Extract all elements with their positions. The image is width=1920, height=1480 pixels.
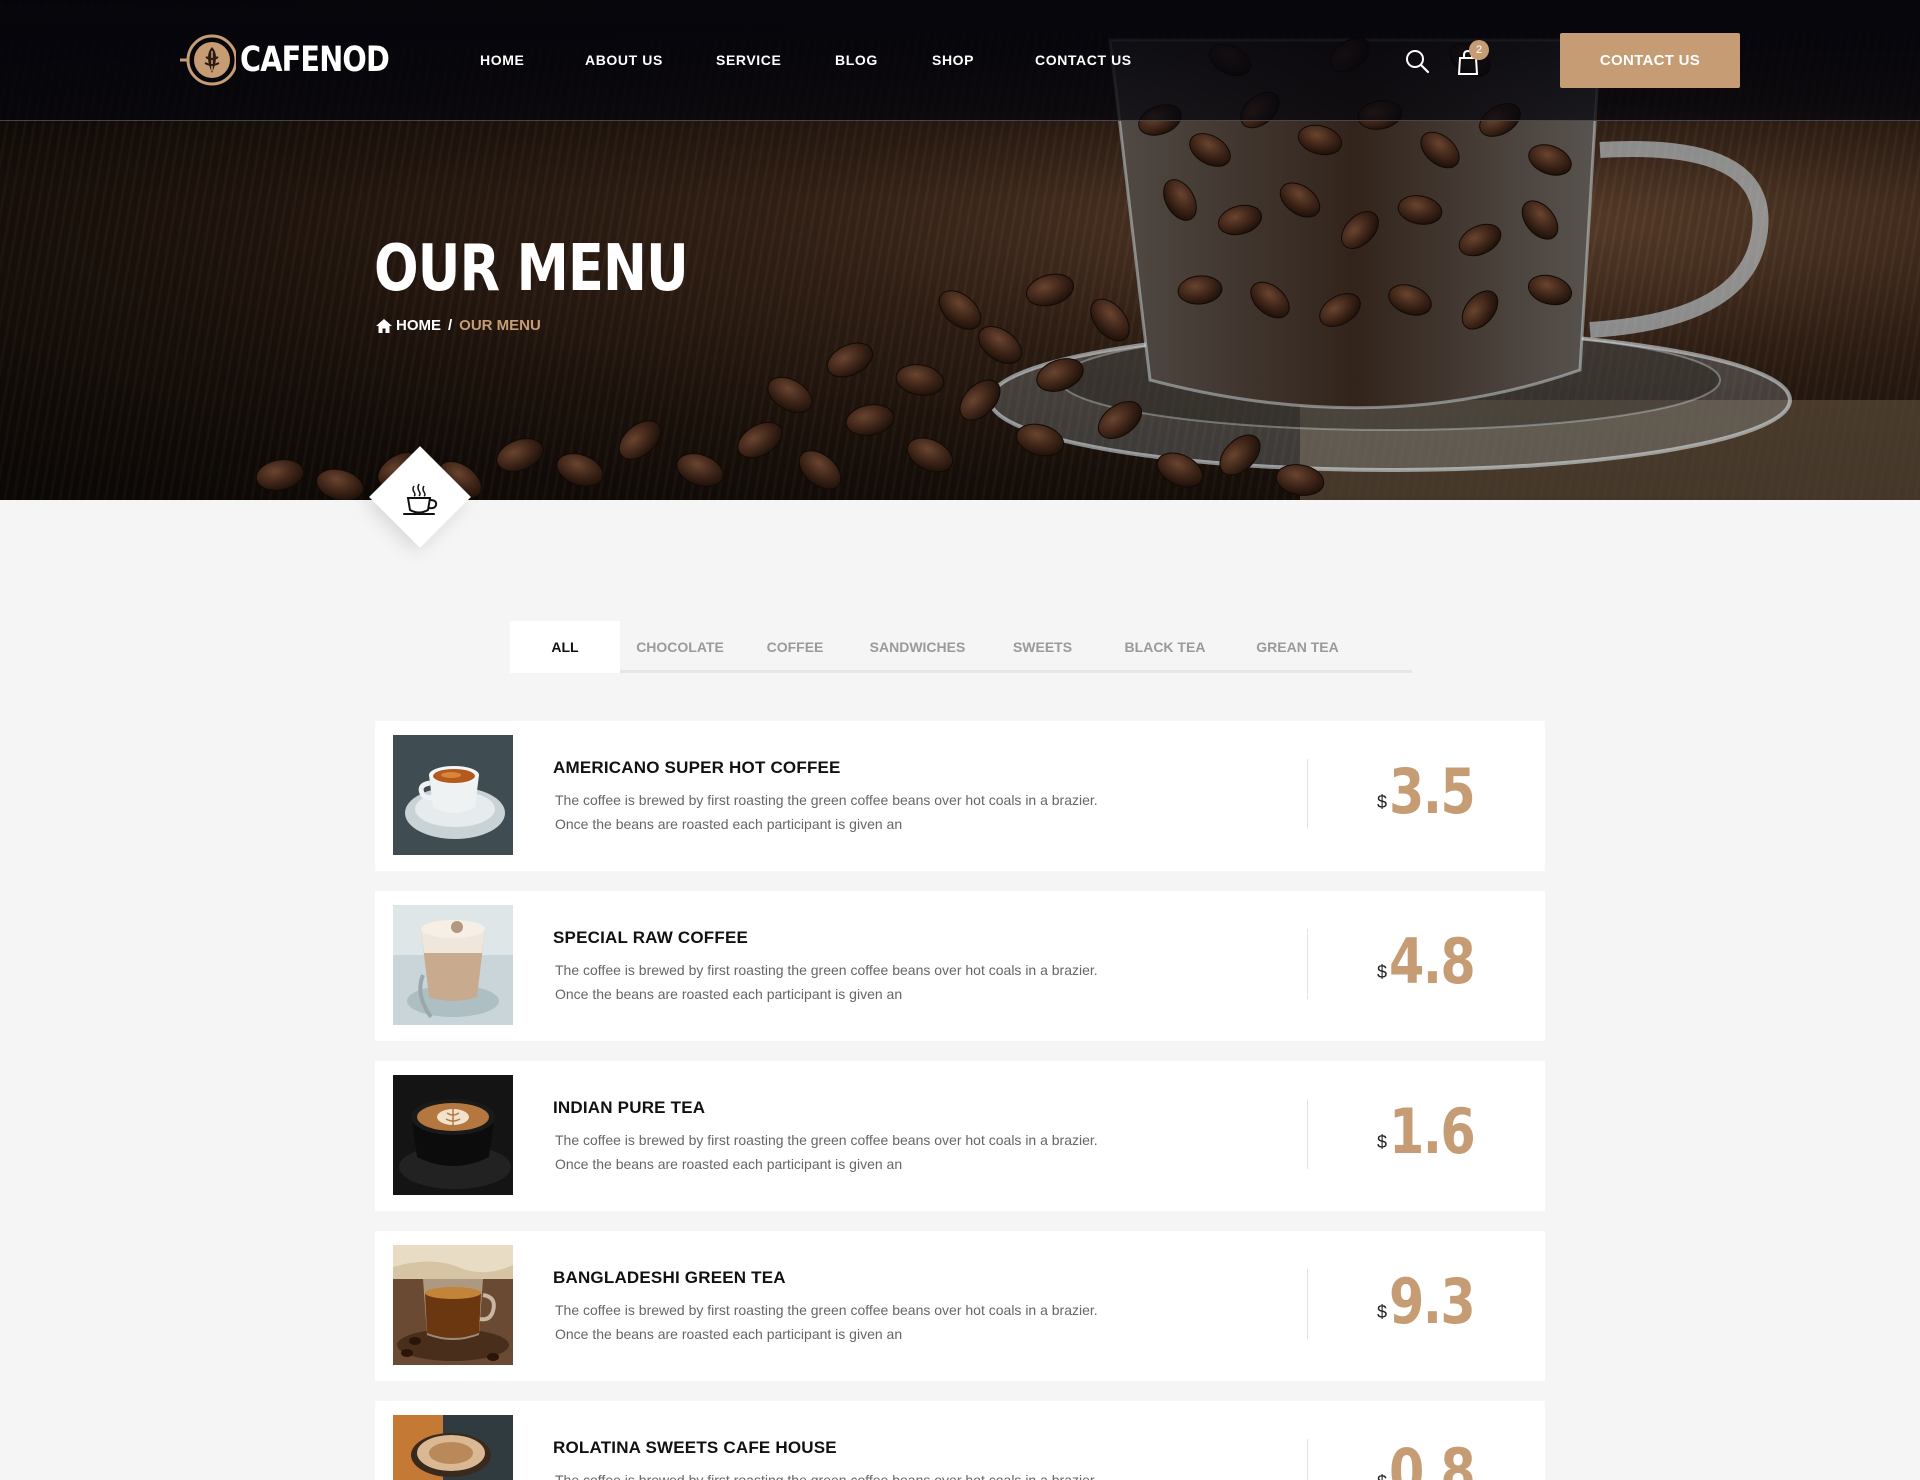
menu-item-desc-line: The coffee is brewed by first roasting t… (555, 1302, 1098, 1318)
breadcrumb-separator: / (448, 317, 453, 334)
tab-sweets[interactable]: SWEETS (985, 621, 1100, 673)
breadcrumb-home-link[interactable]: HOME (396, 317, 441, 334)
latte-art-photo (393, 1075, 513, 1195)
menu-item-desc-line: Once the beans are roasted each particip… (555, 816, 903, 832)
menu-item-desc-line: Once the beans are roasted each particip… (555, 1156, 903, 1172)
coffee-cup-icon (403, 483, 438, 515)
menu-item-title: AMERICANO SUPER HOT COFFEE (553, 758, 841, 777)
search-icon[interactable] (1404, 48, 1430, 74)
menu-item-description: The coffee is brewed by first roasting t… (555, 958, 1175, 1006)
price-divider (1307, 929, 1308, 999)
price-currency: $ (1377, 792, 1388, 812)
nav-contact-us[interactable]: CONTACT US (1035, 52, 1132, 68)
menu-item-description: The coffee is brewed by first roasting t… (555, 1298, 1175, 1346)
price-divider (1307, 1269, 1308, 1339)
contact-us-button[interactable]: CONTACT US (1560, 33, 1740, 88)
nav-shop[interactable]: SHOP (932, 52, 974, 68)
nav-about-us[interactable]: ABOUT US (585, 52, 663, 68)
menu-item-desc-line: The coffee is brewed by first roasting t… (555, 792, 1098, 808)
nav-blog[interactable]: BLOG (835, 52, 878, 68)
menu-item-description: The coffee is brewed by first roasting t… (555, 1128, 1175, 1176)
nav-service[interactable]: SERVICE (716, 52, 781, 68)
menu-item-desc-line: The coffee is brewed by first roasting t… (555, 962, 1098, 978)
tab-grean-tea[interactable]: GREAN TEA (1230, 621, 1365, 673)
sweets-cafe-photo (393, 1415, 513, 1480)
price-amount: 4.8 (1389, 925, 1476, 998)
menu-item-card[interactable]: INDIAN PURE TEA The coffee is brewed by … (375, 1061, 1545, 1211)
price-divider (1307, 759, 1308, 829)
menu-item-title: ROLATINA SWEETS CAFE HOUSE (553, 1438, 837, 1457)
menu-item-price: $ 4.8 (1377, 927, 1493, 997)
price-amount: 3.5 (1389, 755, 1476, 828)
price-currency: $ (1377, 1302, 1388, 1322)
americano-coffee-photo (393, 735, 513, 855)
tab-chocolate[interactable]: CHOCOLATE (620, 621, 740, 673)
nav-home[interactable]: HOME (480, 52, 524, 68)
price-amount: 9.3 (1389, 1265, 1476, 1338)
menu-category-tabs: ALL CHOCOLATE COFFEE SANDWICHES SWEETS B… (510, 621, 1412, 673)
tab-all[interactable]: ALL (510, 621, 620, 673)
price-currency: $ (1377, 962, 1388, 982)
raw-coffee-photo (393, 905, 513, 1025)
price-amount: 0.8 (1389, 1435, 1476, 1480)
menu-item-desc-line: Once the beans are roasted each particip… (555, 986, 903, 1002)
site-logo[interactable]: CAFENOD (178, 33, 422, 87)
menu-item-price: $ 3.5 (1377, 757, 1493, 827)
breadcrumb: HOME / OUR MENU (376, 317, 541, 334)
cart-count-badge: 2 (1469, 40, 1489, 60)
menu-item-card[interactable]: BANGLADESHI GREEN TEA The coffee is brew… (375, 1231, 1545, 1381)
home-icon (376, 318, 392, 333)
menu-item-title: INDIAN PURE TEA (553, 1098, 706, 1117)
menu-item-title: SPECIAL RAW COFFEE (553, 928, 749, 947)
menu-item-card[interactable]: SPECIAL RAW COFFEE The coffee is brewed … (375, 891, 1545, 1041)
price-amount: 1.6 (1389, 1095, 1476, 1168)
menu-item-desc-line: The coffee is brewed by first roasting t… (555, 1472, 1098, 1480)
tab-sandwiches[interactable]: SANDWICHES (850, 621, 985, 673)
menu-item-description: The coffee is brewed by first roasting t… (555, 788, 1175, 836)
price-divider (1307, 1439, 1308, 1480)
price-divider (1307, 1099, 1308, 1169)
menu-item-price: $ 9.3 (1377, 1267, 1493, 1337)
menu-item-title: BANGLADESHI GREEN TEA (553, 1268, 786, 1287)
tab-coffee[interactable]: COFFEE (740, 621, 850, 673)
tab-black-tea[interactable]: BLACK TEA (1100, 621, 1230, 673)
breadcrumb-current: OUR MENU (459, 317, 541, 334)
brand-name: CAFENOD (240, 40, 390, 80)
menu-item-desc-line: The coffee is brewed by first roasting t… (555, 1132, 1098, 1148)
menu-item-price: $ 1.6 (1377, 1097, 1493, 1167)
latte-art-logo-icon (180, 34, 236, 86)
green-tea-glass-photo (393, 1245, 513, 1365)
site-header: CAFENOD HOME ABOUT US SERVICE BLOG SHOP … (0, 0, 1920, 121)
price-currency: $ (1377, 1132, 1388, 1152)
menu-item-description: The coffee is brewed by first roasting t… (555, 1468, 1175, 1480)
menu-item-card[interactable]: ROLATINA SWEETS CAFE HOUSE The coffee is… (375, 1401, 1545, 1480)
menu-item-price: $ 0.8 (1377, 1437, 1493, 1480)
page-title: OUR MENU (374, 232, 689, 306)
menu-item-desc-line: Once the beans are roasted each particip… (555, 1326, 903, 1342)
menu-item-card[interactable]: AMERICANO SUPER HOT COFFEE The coffee is… (375, 721, 1545, 871)
price-currency: $ (1377, 1472, 1387, 1480)
